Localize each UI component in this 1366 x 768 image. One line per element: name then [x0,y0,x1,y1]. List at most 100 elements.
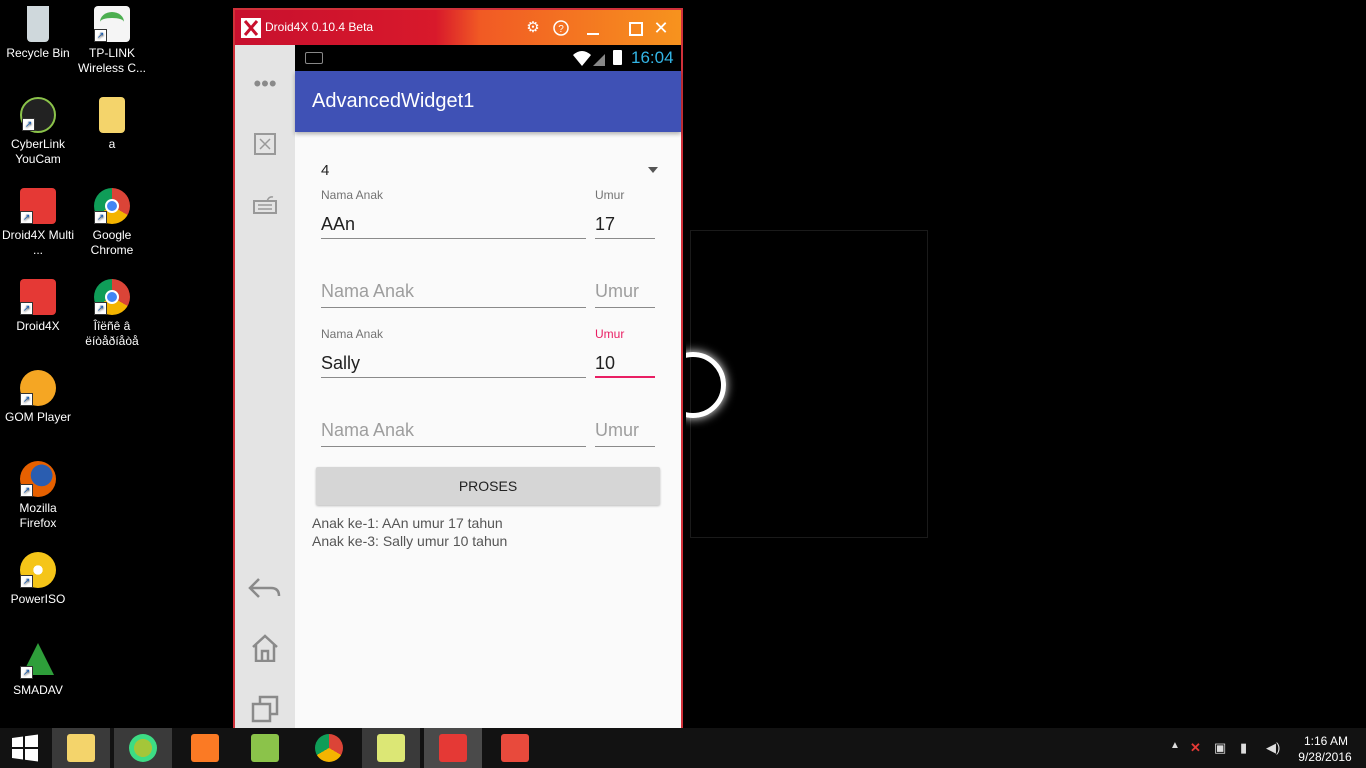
network-icon[interactable]: ▮ [1240,740,1247,756]
taskbar-android-studio[interactable] [114,728,172,768]
fullscreen-icon[interactable] [250,129,280,159]
folder-icon [377,734,405,762]
taskbar-app[interactable] [486,728,544,768]
droid4x-icon: ↗ [20,188,56,224]
desktop-icon-tp-link[interactable]: ↗ TP-LINK Wireless C... [74,0,150,76]
name-field-4[interactable]: Nama Anak [321,420,586,448]
clock-date[interactable]: 9/28/2016 [1290,750,1360,764]
desktop-icon-cyberlink-youcam[interactable]: ↗ CyberLink YouCam [0,91,76,167]
taskbar-xampp[interactable] [176,728,234,768]
emulator-window: Droid4X 0.10.4 Beta ⚙ ? ✕ ••• 16:04 Adva… [233,8,683,734]
name-label: Nama Anak [321,327,384,341]
keyboard-icon[interactable] [250,190,280,220]
desktop-icon-smadav[interactable]: ↗ SMADAV [0,637,76,698]
notepad-plus-icon [251,734,279,762]
age-field-1[interactable]: Umur 17 [595,188,655,240]
emulator-title-bar[interactable]: Droid4X 0.10.4 Beta ⚙ ? ✕ [235,10,681,45]
taskbar-notepad-plus[interactable] [236,728,294,768]
droid4x-tray-icon[interactable]: ✕ [1190,740,1201,756]
desktop-icon-poweriso[interactable]: ↗ PowerISO [0,546,76,607]
taskbar-file-explorer[interactable] [52,728,110,768]
age-placeholder: Umur [595,420,639,440]
gear-icon[interactable]: ⚙ [521,16,545,40]
start-button[interactable] [0,728,58,768]
help-icon[interactable]: ? [549,16,573,40]
name-field-3[interactable]: Nama Anak Sally [321,327,586,379]
volume-icon[interactable]: ◀) [1266,740,1280,756]
taskbar-folder[interactable] [362,728,420,768]
age-label: Umur [595,327,625,341]
result-line-1: Anak ke-1: AAn umur 17 tahun [312,515,503,531]
taskbar: ▲ ✕ ▣ ▮ ◀) 1:16 AM 9/28/2016 [0,728,1366,768]
back-icon[interactable] [248,573,281,603]
app-bar: AdvancedWidget1 [295,71,681,132]
desktop-icon-folder-a[interactable]: a [74,91,150,152]
name-label: Nama Anak [321,188,384,202]
desktop-icon-droid4x[interactable]: ↗ Droid4X [0,273,76,334]
keyboard-status-icon [305,52,323,64]
age-value: 17 [595,214,616,234]
underline [321,446,586,447]
gom-player-icon: ↗ [20,370,56,406]
chrome-icon: ↗ [94,188,130,224]
maximize-icon[interactable] [623,16,647,40]
show-hidden-icons-icon[interactable]: ▲ [1170,740,1180,751]
webcam-icon: ↗ [20,97,56,133]
android-status-bar: 16:04 [295,45,681,71]
more-icon[interactable]: ••• [250,69,280,99]
dropdown-arrow-icon [648,167,658,173]
name-value: Sally [321,353,361,373]
desktop-icon-gom-player[interactable]: ↗ GOM Player [0,364,76,425]
taskbar-droid4x[interactable] [424,728,482,768]
taskbar-chrome[interactable] [300,728,358,768]
wifi-signal-icon [573,51,605,66]
age-field-4[interactable]: Umur [595,420,655,448]
app-title: AdvancedWidget1 [312,90,475,112]
emulator-sidebar: ••• [235,45,295,730]
underline [321,377,586,378]
chrome-icon: ↗ [94,279,130,315]
recycle-bin-icon [27,6,49,42]
droid4x-logo-icon [241,18,261,38]
droid4x-icon [439,734,467,762]
device-tray-icon[interactable]: ▣ [1214,740,1226,756]
desktop-icon-chrome-shortcut[interactable]: ↗ Îîëñê â ëíòåðíåòå [74,273,150,349]
recents-icon[interactable] [250,695,280,725]
age-placeholder: Umur [595,281,639,301]
underline [595,307,655,308]
chrome-icon [315,734,343,762]
result-line-2: Anak ke-3: Sally umur 10 tahun [312,533,508,549]
windows-logo-icon [12,734,38,762]
wifi-icon: ↗ [94,6,130,42]
home-icon[interactable] [250,634,280,664]
desktop-icon-recycle-bin[interactable]: Recycle Bin [0,0,76,61]
close-icon[interactable]: ✕ [649,16,673,40]
app-icon [501,734,529,762]
spinner-value: 4 [321,162,330,179]
folder-icon [99,97,125,133]
name-placeholder: Nama Anak [321,420,415,440]
age-value: 10 [595,353,616,373]
poweriso-icon: ↗ [20,552,56,588]
underline [321,307,586,308]
minimize-icon[interactable] [581,16,605,40]
clock-time[interactable]: 1:16 AM [1296,734,1356,748]
status-time: 16:04 [631,48,674,67]
name-field-2[interactable]: Nama Anak [321,281,586,309]
android-studio-icon [129,734,157,762]
desktop-icon-mozilla-firefox[interactable]: ↗ Mozilla Firefox [0,455,76,531]
file-explorer-icon [67,734,95,762]
desktop-icon-droid4x-multi[interactable]: ↗ Droid4X Multi ... [0,182,76,258]
xampp-icon [191,734,219,762]
age-field-3-focused[interactable]: Umur 10 [595,327,655,379]
underline [595,376,655,378]
battery-icon [613,50,622,65]
age-field-2[interactable]: Umur [595,281,655,309]
android-screen: 16:04 AdvancedWidget1 4 Nama Anak AAn Um… [295,45,681,732]
name-field-1[interactable]: Nama Anak AAn [321,188,586,240]
desktop-icon-google-chrome[interactable]: ↗ Google Chrome [74,182,150,258]
name-value: AAn [321,214,356,234]
name-placeholder: Nama Anak [321,281,415,301]
proses-button[interactable]: PROSES [316,467,660,505]
age-label: Umur [595,188,625,202]
